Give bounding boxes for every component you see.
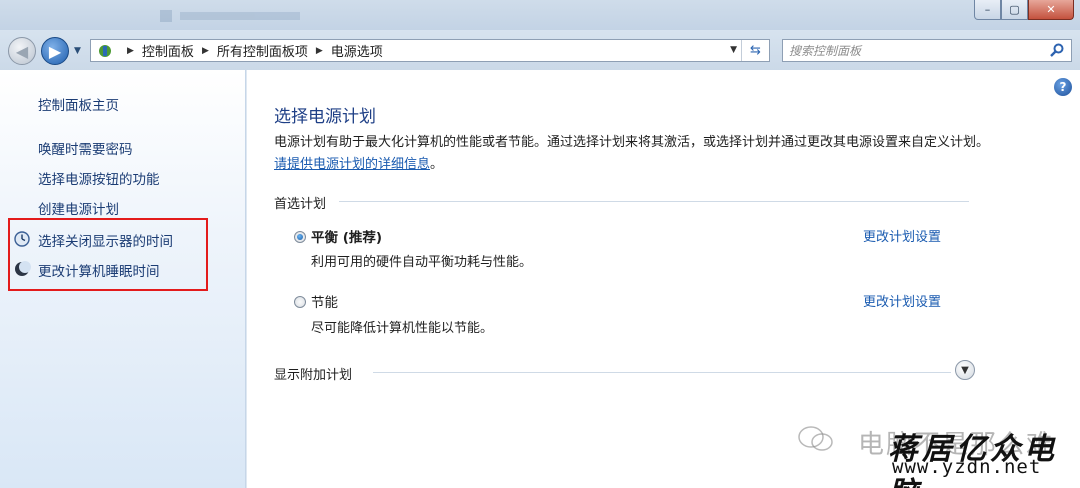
search-input[interactable] [789, 42, 1039, 59]
highlight-box [8, 218, 208, 291]
create-plan-link[interactable]: 创建电源计划 [38, 198, 119, 218]
description-end: 。 [430, 157, 444, 172]
window-controls: – ▢ ✕ [974, 0, 1074, 20]
power-saver-plan-desc: 尽可能降低计算机性能以节能。 [311, 321, 494, 336]
wechat-logo-icon [798, 426, 833, 451]
watermark-url: www.yzdn.net [892, 456, 1042, 478]
navigation-bar: ◀ ▶ ▼ ▶ 控制面板 ▶ 所有控制面板项 ▶ 电源选项 ▼ ⇆ [0, 30, 1080, 70]
preferred-plans-heading: 首选计划 [274, 197, 327, 212]
minimize-button[interactable]: – [974, 0, 1001, 20]
address-dropdown-icon[interactable]: ▼ [730, 45, 737, 55]
back-button[interactable]: ◀ [8, 37, 36, 65]
breadcrumb-control-panel[interactable]: 控制面板 [142, 41, 194, 60]
maximize-button[interactable]: ▢ [1001, 0, 1028, 20]
page-title: 选择电源计划 [274, 107, 376, 127]
breadcrumb-all-items[interactable]: 所有控制面板项 [217, 41, 308, 60]
title-bar: – ▢ ✕ [0, 0, 1080, 30]
description-text: 电源计划有助于最大化计算机的性能或者节能。通过选择计划来将其激活，或选择计划并通… [274, 135, 990, 150]
address-bar[interactable]: ▶ 控制面板 ▶ 所有控制面板项 ▶ 电源选项 ▼ ⇆ [90, 39, 770, 62]
control-panel-home-link[interactable]: 控制面板主页 [38, 94, 119, 114]
additional-plans-heading[interactable]: 显示附加计划 [274, 364, 352, 383]
power-saver-change-settings-link[interactable]: 更改计划设置 [863, 291, 941, 310]
power-button-link[interactable]: 选择电源按钮的功能 [38, 168, 160, 188]
balanced-change-settings-link[interactable]: 更改计划设置 [863, 226, 941, 245]
control-panel-icon [97, 43, 113, 59]
balanced-plan-desc: 利用可用的硬件自动平衡功耗与性能。 [311, 255, 533, 270]
breadcrumb-separator-icon[interactable]: ▶ [316, 46, 323, 56]
expand-chevron-down-icon[interactable]: ▼ [955, 360, 975, 380]
forward-button[interactable]: ▶ [41, 37, 69, 65]
breadcrumb-separator-icon[interactable]: ▶ [202, 46, 209, 56]
balanced-radio[interactable] [294, 231, 306, 243]
background-window-ghost [160, 8, 380, 22]
require-password-link[interactable]: 唤醒时需要密码 [38, 138, 133, 158]
page-description: 电源计划有助于最大化计算机的性能或者节能。通过选择计划来将其激活，或选择计划并通… [274, 132, 994, 176]
plan-details-link[interactable]: 请提供电源计划的详细信息 [274, 157, 430, 172]
power-saver-radio[interactable] [294, 296, 306, 308]
task-pane: 控制面板主页 唤醒时需要密码 选择电源按钮的功能 创建电源计划 选择关闭显示器的… [0, 70, 246, 488]
search-icon[interactable] [1049, 42, 1065, 58]
refresh-icon[interactable]: ⇆ [741, 40, 769, 61]
breadcrumb-separator-icon[interactable]: ▶ [127, 46, 134, 56]
balanced-plan-name[interactable]: 平衡 (推荐) [311, 226, 382, 246]
breadcrumb-power-options[interactable]: 电源选项 [331, 41, 383, 60]
recent-pages-chevron-icon[interactable]: ▼ [74, 46, 81, 56]
search-box[interactable] [782, 39, 1072, 62]
additional-divider [373, 372, 951, 373]
group-divider [339, 201, 969, 202]
close-button[interactable]: ✕ [1028, 0, 1074, 20]
help-icon[interactable]: ? [1054, 78, 1072, 96]
power-saver-plan-name[interactable]: 节能 [311, 291, 338, 311]
